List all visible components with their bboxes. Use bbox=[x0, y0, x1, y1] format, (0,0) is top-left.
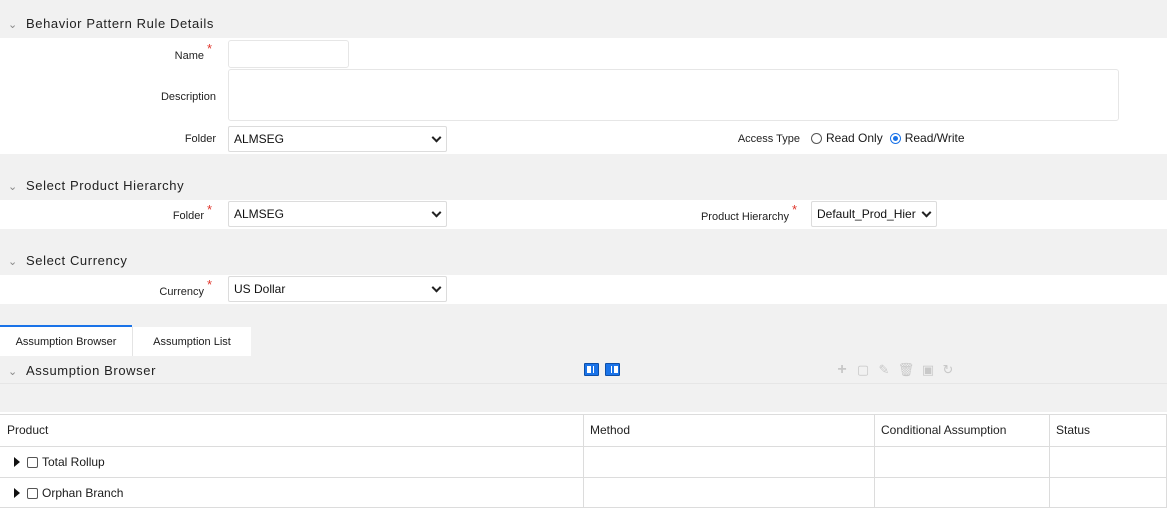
hierarchy-section-title: Select Product Hierarchy bbox=[26, 178, 185, 193]
hierarchy-folder-label: Folder bbox=[172, 210, 204, 222]
read-write-radio[interactable] bbox=[889, 132, 901, 144]
tab-assumption-browser[interactable]: Assumption Browser bbox=[0, 325, 132, 356]
product-hierarchy-label: Product Hierarchy bbox=[700, 211, 789, 223]
read-write-label: Read/Write bbox=[904, 131, 965, 145]
column-header-method[interactable]: Method bbox=[590, 414, 630, 446]
add-child-icon[interactable]: ▢ bbox=[856, 362, 870, 377]
row-checkbox[interactable] bbox=[27, 456, 38, 468]
description-label: Description bbox=[160, 91, 216, 103]
column-divider bbox=[583, 414, 584, 508]
folder-label: Folder bbox=[184, 133, 216, 145]
chevron-down-icon bbox=[431, 132, 442, 143]
view-icon[interactable]: ▣ bbox=[921, 362, 935, 377]
chevron-down-icon bbox=[921, 207, 932, 218]
name-input[interactable] bbox=[228, 40, 349, 68]
column-header-status[interactable]: Status bbox=[1056, 414, 1090, 446]
currency-select[interactable]: US Dollar bbox=[228, 276, 447, 302]
refresh-icon[interactable]: ↻ bbox=[941, 362, 955, 377]
currency-header-band bbox=[0, 229, 1167, 275]
required-asterisk: * bbox=[792, 202, 798, 217]
row-checkbox[interactable] bbox=[27, 487, 38, 499]
table-row: Orphan Branch bbox=[14, 478, 123, 508]
description-textarea[interactable] bbox=[228, 69, 1119, 121]
access-type-label: Access Type bbox=[737, 133, 800, 145]
chevron-down-icon: ⌄ bbox=[8, 366, 18, 378]
currency-section-toggle[interactable]: ⌄ Select Currency bbox=[8, 253, 127, 268]
name-label: Name bbox=[174, 50, 204, 62]
row-product-name[interactable]: Orphan Branch bbox=[42, 486, 123, 500]
chevron-down-icon: ⌄ bbox=[8, 19, 18, 31]
expand-arrow-icon[interactable] bbox=[14, 488, 20, 498]
chevron-down-icon: ⌄ bbox=[8, 181, 18, 193]
edit-icon[interactable]: ✎ bbox=[877, 362, 891, 377]
currency-label: Currency bbox=[159, 286, 204, 298]
column-header-conditional-assumption[interactable]: Conditional Assumption bbox=[881, 414, 1006, 446]
access-type-group: Read Only Read/Write bbox=[811, 131, 965, 145]
chevron-down-icon: ⌄ bbox=[8, 256, 18, 268]
divider bbox=[0, 383, 1167, 384]
collapse-all-icon[interactable] bbox=[605, 363, 620, 376]
read-only-radio[interactable] bbox=[811, 132, 822, 144]
add-icon[interactable]: + bbox=[835, 361, 849, 378]
expand-all-icon[interactable] bbox=[584, 363, 599, 376]
delete-icon[interactable]: 🗑 bbox=[898, 362, 915, 377]
product-hierarchy-select[interactable]: Default_Prod_Hier bbox=[811, 201, 937, 227]
currency-section-title: Select Currency bbox=[26, 253, 128, 268]
table-row: Total Rollup bbox=[14, 447, 105, 477]
hierarchy-folder-select[interactable]: ALMSEG bbox=[228, 201, 447, 227]
browser-area-band bbox=[0, 304, 1167, 412]
chevron-down-icon bbox=[431, 282, 442, 293]
column-header-product[interactable]: Product bbox=[7, 414, 48, 446]
required-asterisk: * bbox=[207, 277, 213, 292]
details-section-title: Behavior Pattern Rule Details bbox=[26, 16, 214, 31]
row-product-name[interactable]: Total Rollup bbox=[42, 455, 105, 469]
column-divider bbox=[874, 414, 875, 508]
tab-assumption-list[interactable]: Assumption List bbox=[132, 327, 251, 356]
folder-select[interactable]: ALMSEG bbox=[228, 126, 447, 152]
hierarchy-section-toggle[interactable]: ⌄ Select Product Hierarchy bbox=[8, 178, 184, 193]
column-divider bbox=[1049, 414, 1050, 508]
expand-arrow-icon[interactable] bbox=[14, 457, 20, 467]
hierarchy-header-band bbox=[0, 154, 1167, 200]
browser-section-toggle[interactable]: ⌄ Assumption Browser bbox=[8, 363, 156, 378]
read-only-label: Read Only bbox=[826, 131, 883, 145]
details-section-toggle[interactable]: ⌄ Behavior Pattern Rule Details bbox=[8, 16, 214, 31]
chevron-down-icon bbox=[431, 207, 442, 218]
browser-section-title: Assumption Browser bbox=[26, 363, 157, 378]
required-asterisk: * bbox=[207, 202, 213, 217]
required-asterisk: * bbox=[207, 41, 213, 56]
